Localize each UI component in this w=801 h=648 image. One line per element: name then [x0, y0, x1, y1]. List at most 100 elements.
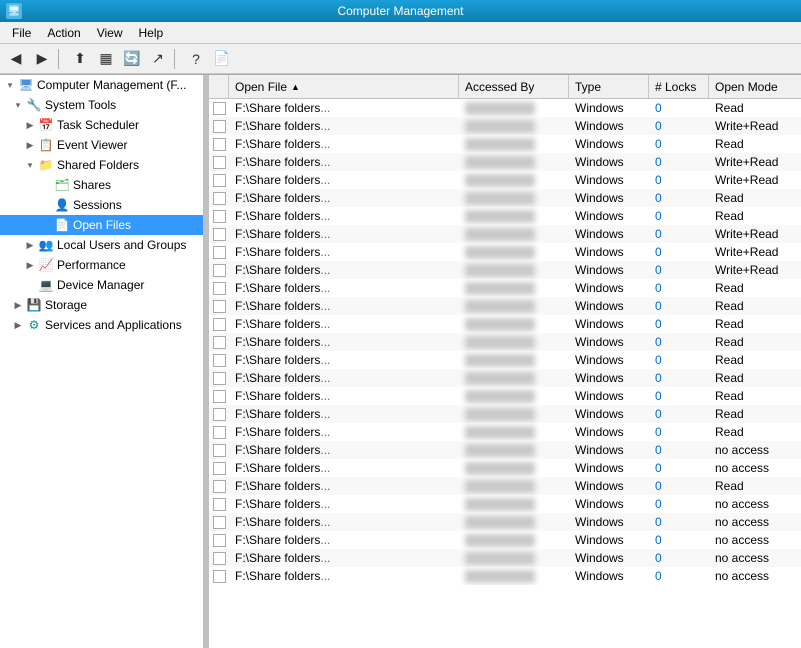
tree-item-open-files[interactable]: ▶ 📄 Open Files — [0, 215, 203, 235]
table-row[interactable]: F:\Share folders ...j••••••••••Windows0W… — [209, 225, 801, 243]
table-row[interactable]: F:\Share folders ...e•••••••Windows0no a… — [209, 549, 801, 567]
row-checkbox[interactable] — [213, 534, 226, 547]
table-body[interactable]: F:\Share folders ...c••••••••••Windows0R… — [209, 99, 801, 648]
row-checkbox[interactable] — [213, 462, 226, 475]
table-row[interactable]: F:\Share folders ...e•••••••Windows0no a… — [209, 459, 801, 477]
tree-item-performance[interactable]: ▶ 📈 Performance — [0, 255, 203, 275]
tree-item-root[interactable]: ▾ 🖥 Computer Management (F... — [0, 75, 203, 95]
row-checkbox[interactable] — [213, 336, 226, 349]
menu-file[interactable]: File — [4, 24, 39, 42]
row-checkbox[interactable] — [213, 192, 226, 205]
row-checkbox[interactable] — [213, 516, 226, 529]
row-checkbox[interactable] — [213, 498, 226, 511]
row-open-mode: Write+Read — [709, 261, 801, 279]
tree-item-sessions[interactable]: ▶ 👤 Sessions — [0, 195, 203, 215]
header-open-file[interactable]: Open File ▲ — [229, 75, 459, 98]
row-type: Windows — [569, 567, 649, 585]
menu-action[interactable]: Action — [39, 24, 88, 42]
row-checkbox[interactable] — [213, 246, 226, 259]
row-checkbox[interactable] — [213, 228, 226, 241]
row-type: Windows — [569, 225, 649, 243]
row-checkbox[interactable] — [213, 372, 226, 385]
row-checkbox[interactable] — [213, 102, 226, 115]
row-checkbox[interactable] — [213, 300, 226, 313]
header-open-mode[interactable]: Open Mode — [709, 75, 801, 98]
row-accessed-by: k•••••••••• — [459, 243, 569, 261]
row-checkbox[interactable] — [213, 138, 226, 151]
tree-item-shares[interactable]: ▶ 🗂 Shares — [0, 175, 203, 195]
row-checkbox[interactable] — [213, 264, 226, 277]
table-row[interactable]: F:\Share folders ...k••••••••••Windows0W… — [209, 243, 801, 261]
row-checkbox[interactable] — [213, 552, 226, 565]
tree-item-task-scheduler[interactable]: ▶ 📅 Task Scheduler — [0, 115, 203, 135]
refresh-button[interactable]: 🔄 — [120, 47, 144, 71]
table-row[interactable]: F:\Share folders ...d••••••••••Windows0W… — [209, 117, 801, 135]
row-open-mode: no access — [709, 459, 801, 477]
row-checkbox[interactable] — [213, 120, 226, 133]
table-row[interactable]: F:\Share folders ...e•••••••Windows0no a… — [209, 531, 801, 549]
row-checkbox[interactable] — [213, 570, 226, 583]
tree-item-storage[interactable]: ▶ 💾 Storage — [0, 295, 203, 315]
row-checkbox[interactable] — [213, 156, 226, 169]
table-row[interactable]: F:\Share folders ...s••••••••••Windows0R… — [209, 387, 801, 405]
header-locks[interactable]: # Locks — [649, 75, 709, 98]
row-checkbox[interactable] — [213, 480, 226, 493]
row-checkbox[interactable] — [213, 282, 226, 295]
table-row[interactable]: F:\Share folders ...p••••••••••Windows0R… — [209, 333, 801, 351]
table-row[interactable]: F:\Share folders ...l••••••••••Windows0W… — [209, 261, 801, 279]
tree-item-local-users[interactable]: ▶ 👥 Local Users and Groups — [0, 235, 203, 255]
menu-view[interactable]: View — [89, 24, 131, 42]
shared-folder-icon: 📁 — [38, 157, 54, 173]
table-row[interactable]: F:\Share folders ...h••••••••••Windows0R… — [209, 189, 801, 207]
export-button[interactable]: ↗ — [146, 47, 170, 71]
header-type[interactable]: Type — [569, 75, 649, 98]
row-checkbox[interactable] — [213, 444, 226, 457]
row-checkbox[interactable] — [213, 174, 226, 187]
show-hide-button[interactable]: ▦ — [94, 47, 118, 71]
tree-item-event-viewer[interactable]: ▶ 📋 Event Viewer — [0, 135, 203, 155]
table-row[interactable]: F:\Share folders ...e•••••••Windows0no a… — [209, 513, 801, 531]
row-checkbox[interactable] — [213, 426, 226, 439]
row-open-mode: Read — [709, 369, 801, 387]
table-row[interactable]: F:\Share folders ...e••••••••••Windows0R… — [209, 135, 801, 153]
table-row[interactable]: F:\Share folders ...t••••••••••Windows0R… — [209, 405, 801, 423]
up-button[interactable]: ⬆ — [68, 47, 92, 71]
table-row[interactable]: F:\Share folders ...e•••••••Windows0no a… — [209, 567, 801, 585]
properties-button[interactable]: 📄 — [210, 47, 234, 71]
table-row[interactable]: F:\Share folders ...r••••••••••Windows0R… — [209, 369, 801, 387]
table-row[interactable]: F:\Share folders ...q••••••••••Windows0R… — [209, 351, 801, 369]
table-row[interactable]: F:\Share folders ...m••••••••••Windows0R… — [209, 279, 801, 297]
task-icon: 📅 — [38, 117, 54, 133]
table-row[interactable]: F:\Share folders ...D••••••••••Windows0n… — [209, 441, 801, 459]
tree-item-shared-folders[interactable]: ▾ 📁 Shared Folders — [0, 155, 203, 175]
row-accessed-by: D•••••••••• — [459, 441, 569, 459]
row-locks: 0 — [649, 369, 709, 387]
table-row[interactable]: F:\Share folders ...i••••••••••Windows0R… — [209, 207, 801, 225]
row-accessed-by: j•••••••••• — [459, 225, 569, 243]
event-icon: 📋 — [38, 137, 54, 153]
row-checkbox[interactable] — [213, 318, 226, 331]
row-checkbox[interactable] — [213, 390, 226, 403]
table-row[interactable]: F:\Share folders ...g••••••••••Windows0W… — [209, 171, 801, 189]
tree-item-device-manager[interactable]: ▶ 💻 Device Manager — [0, 275, 203, 295]
row-open-file: F:\Share folders ... — [229, 135, 459, 153]
tree-item-system-tools[interactable]: ▾ 🔧 System Tools — [0, 95, 203, 115]
tree-item-services[interactable]: ▶ ⚙ Services and Applications — [0, 315, 203, 335]
table-row[interactable]: F:\Share folders ...u••••••••••Windows0R… — [209, 423, 801, 441]
forward-button[interactable]: ▶ — [30, 47, 54, 71]
table-row[interactable]: F:\Share folders ...e•••••••Windows0no a… — [209, 495, 801, 513]
table-row[interactable]: F:\Share folders ...o••••••••••Windows0R… — [209, 315, 801, 333]
table-row[interactable]: F:\Share folders ...f••••••••••Windows0W… — [209, 153, 801, 171]
table-row[interactable]: F:\Share folders ...n••••••••••Windows0R… — [209, 297, 801, 315]
tree-panel[interactable]: ▾ 🖥 Computer Management (F... ▾ 🔧 System… — [0, 75, 205, 648]
row-checkbox[interactable] — [213, 210, 226, 223]
menu-help[interactable]: Help — [131, 24, 172, 42]
header-accessed-by[interactable]: Accessed By — [459, 75, 569, 98]
help-button[interactable]: ? — [184, 47, 208, 71]
row-checkbox[interactable] — [213, 408, 226, 421]
row-checkbox-cell — [209, 99, 229, 117]
table-row[interactable]: F:\Share folders ...e•••••••Windows0Read — [209, 477, 801, 495]
table-row[interactable]: F:\Share folders ...c••••••••••Windows0R… — [209, 99, 801, 117]
row-checkbox[interactable] — [213, 354, 226, 367]
back-button[interactable]: ◀ — [4, 47, 28, 71]
